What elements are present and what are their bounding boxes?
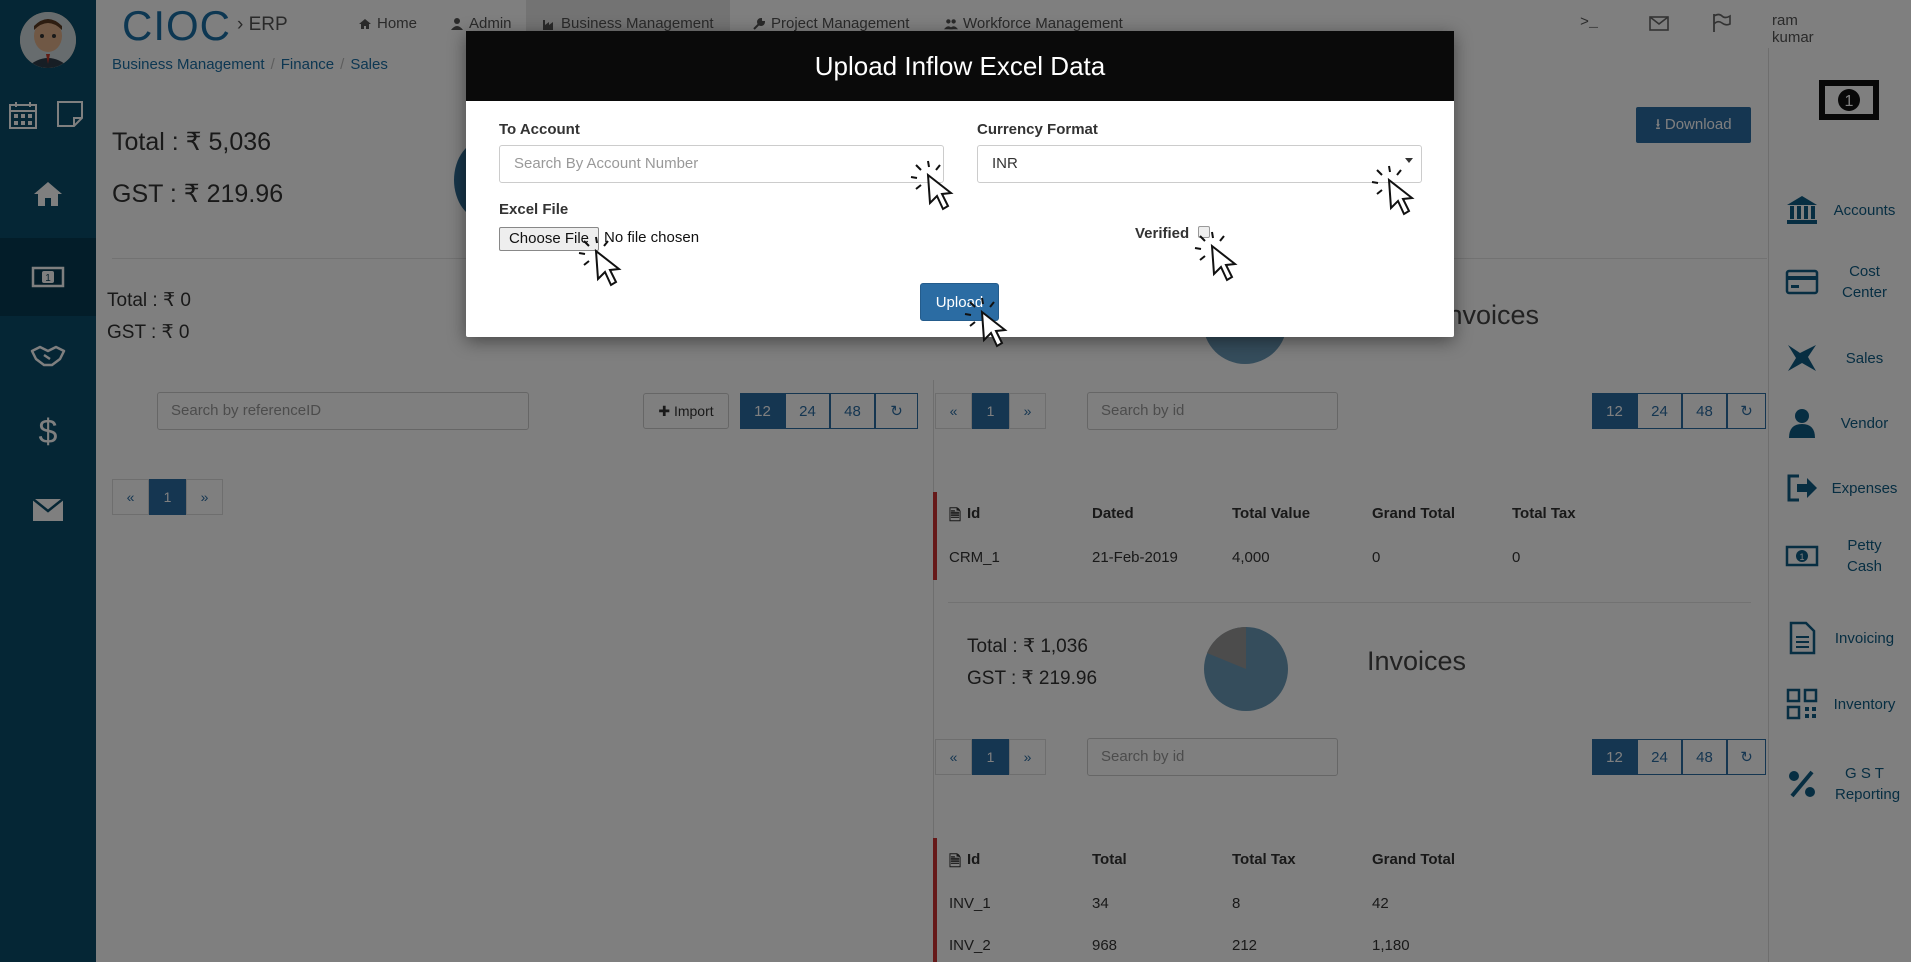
verified-checkbox[interactable]: [1198, 226, 1210, 238]
to-account-label: To Account: [499, 121, 580, 138]
excel-file-label: Excel File: [499, 201, 569, 218]
file-status: No file chosen: [604, 229, 700, 246]
currency-format-select[interactable]: INR: [977, 145, 1422, 183]
caret-down-icon: [1405, 158, 1413, 163]
currency-format-value: INR: [992, 155, 1018, 172]
modal-title: Upload Inflow Excel Data: [466, 31, 1454, 101]
choose-file-button[interactable]: Choose File: [499, 227, 599, 251]
currency-format-label: Currency Format: [977, 121, 1098, 138]
upload-modal: Upload Inflow Excel Data To Account Sear…: [466, 31, 1454, 337]
upload-button[interactable]: Upload: [920, 283, 999, 321]
verified-label: Verified: [1135, 225, 1190, 242]
to-account-input[interactable]: Search By Account Number: [499, 145, 944, 183]
